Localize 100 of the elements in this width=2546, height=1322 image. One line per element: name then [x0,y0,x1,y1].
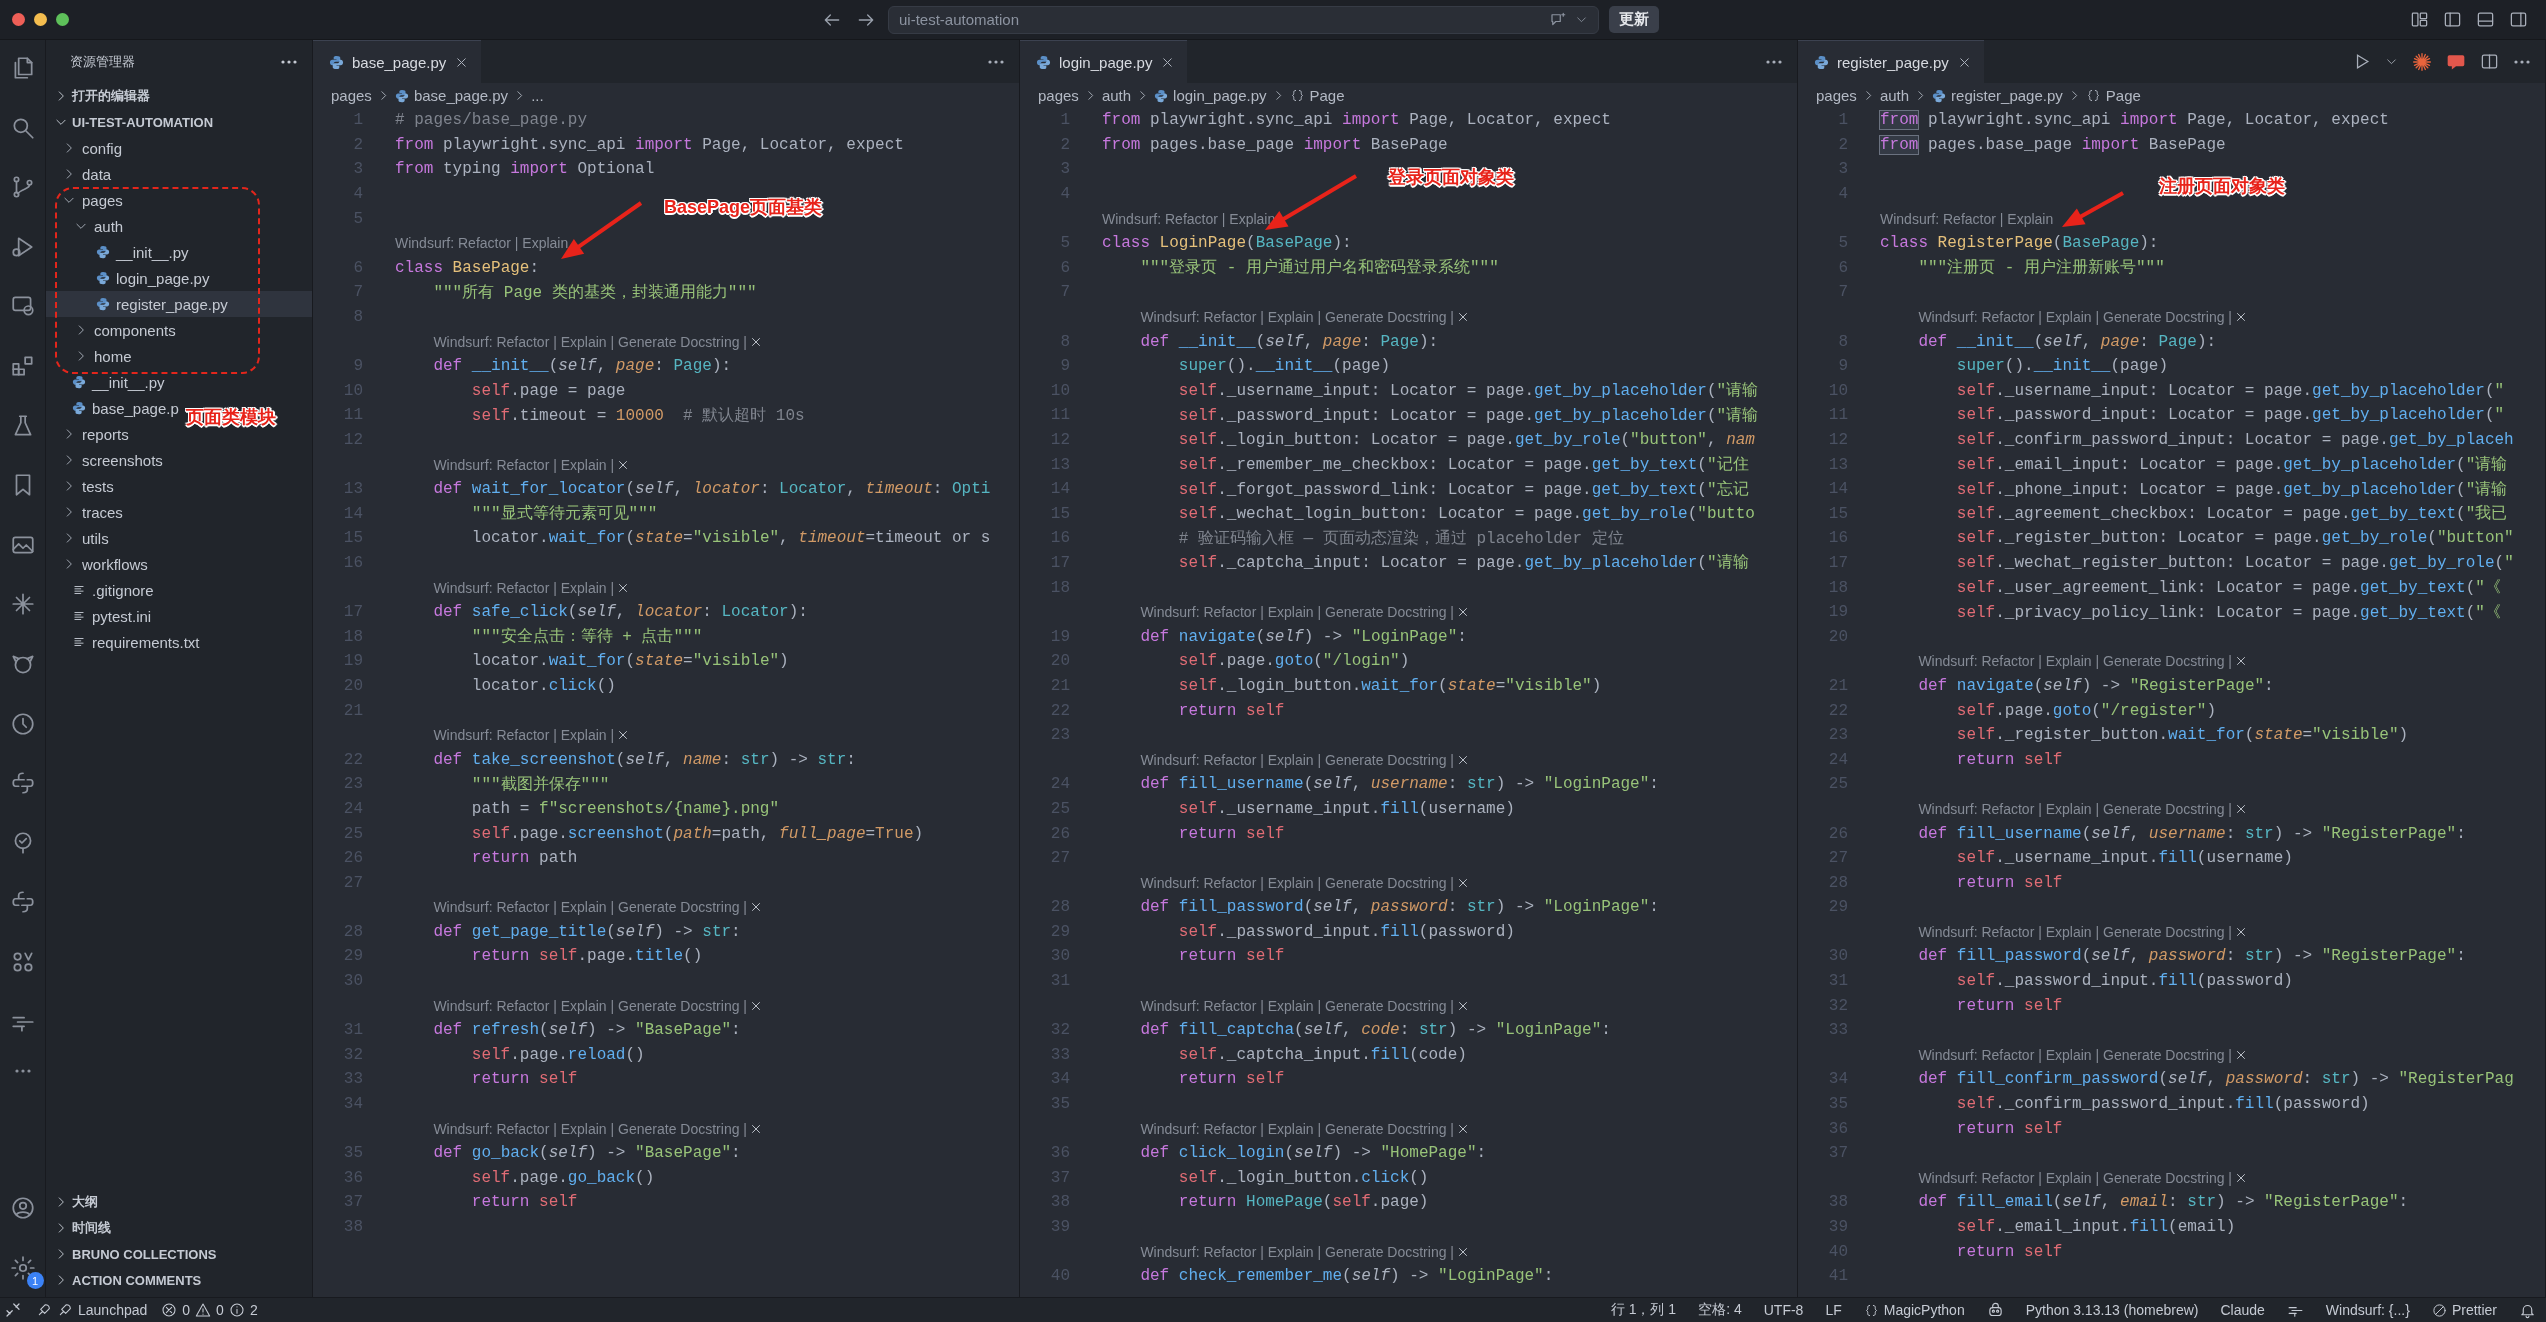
code-lens[interactable]: Windsurf: Refactor | Explain [1102,210,1276,227]
status-item[interactable]: Windsurf: {...} [2325,1302,2410,1318]
code-lens[interactable]: Windsurf: Refactor | Explain | Generate Docstring | [433,899,747,916]
tree-item[interactable]: components [46,317,184,343]
code-lens[interactable]: Windsurf: Refactor | Explain | Generate Docstring | [1140,874,1454,891]
breadcrumb[interactable]: pages [1816,87,1857,104]
breadcrumb[interactable]: auth [1879,87,1910,104]
code-lens[interactable]: Windsurf: Refactor | Explain | Generate Docstring | [1918,1046,2232,1063]
breadcrumb[interactable]: Page [1309,87,1345,104]
code-lens[interactable]: Windsurf: Refactor | Explain | Generate Docstring | [1140,997,1454,1014]
code-lens[interactable]: Windsurf: Refactor | Explain [1880,210,2054,227]
tree-item[interactable]: config [46,135,131,161]
editor-tab[interactable]: login_page.py [1020,40,1188,83]
starburst-icon[interactable] [2412,51,2432,72]
section-header[interactable]: ACTION COMMENTS [46,1267,312,1293]
tree-item[interactable]: base_page.p [46,395,187,421]
code-lens[interactable]: Windsurf: Refactor | Explain [395,235,569,252]
tree-item[interactable]: home [46,343,140,369]
tree-item[interactable]: utils [46,525,117,551]
code-line: self._username_input.fill(username) [1955,849,2293,868]
section-header[interactable]: 时间线 [46,1215,312,1241]
status-item[interactable]: Python 3.13.13 (homebrew) [2025,1302,2199,1318]
code-lens[interactable]: Windsurf: Refactor | Explain | [433,579,615,596]
code-line: self._wechat_register_button: Locator = page.get_by_role(" [1955,554,2514,572]
more-icon[interactable] [1765,58,1783,65]
code-lens[interactable]: Windsurf: Refactor | Explain | Generate Docstring | [1918,309,2232,326]
window-zoom-button[interactable] [56,13,69,26]
code-lens[interactable]: Windsurf: Refactor | Explain | Generate Docstring | [433,333,747,350]
status-item[interactable]: 行 1，列 1 [1610,1301,1677,1319]
code-lens[interactable]: Windsurf: Refactor | Explain | [433,456,615,473]
tree-item[interactable]: requirements.txt [46,629,208,655]
status-item[interactable]: 0 0 2 [161,1302,258,1318]
breadcrumb[interactable]: base_page.py [413,87,509,104]
section-header[interactable]: 大纲 [46,1189,312,1215]
update-button[interactable]: 更新 [1609,6,1659,33]
tree-item[interactable]: __init__.py [46,239,197,265]
editor-tab[interactable]: base_page.py [313,40,482,83]
status-item[interactable]: Launchpad [36,1302,148,1318]
status-item[interactable]: UTF-8 [1763,1302,1804,1318]
account-icon[interactable] [9,1195,36,1221]
breadcrumb[interactable]: auth [1101,87,1132,104]
search-field[interactable]: ui-test-automation [888,5,1599,34]
window-close-button[interactable] [12,13,25,26]
breadcrumb[interactable]: ... [531,87,544,104]
history-icon[interactable] [9,710,36,737]
split-editor-icon[interactable] [2480,52,2499,71]
window-minimize-button[interactable] [34,13,47,26]
status-item[interactable]: MagicPython [1863,1302,1965,1318]
tree-item[interactable]: traces [46,499,131,525]
panel-toggle-icon[interactable] [2476,10,2495,29]
robot-icon[interactable] [1986,1301,2004,1319]
breadcrumb[interactable]: pages [1038,87,1079,104]
layout-icon[interactable] [2410,10,2429,29]
breadcrumb[interactable]: pages [331,87,372,104]
sidebar-toggle-icon[interactable] [2443,10,2462,29]
code-lens[interactable]: Windsurf: Refactor | Explain | Generate Docstring | [1918,800,2232,817]
code-line: def fill_password(self, password: str) -> "LoginPage": [1139,898,1659,917]
code-lens[interactable]: Windsurf: Refactor | Explain | Generate Docstring | [433,997,747,1014]
code-lens[interactable]: Windsurf: Refactor | Explain | [433,727,615,744]
status-item[interactable]: Prettier [2431,1302,2497,1318]
section-header[interactable]: 打开的编辑器 [46,83,312,109]
tree-item[interactable]: pages [46,187,131,213]
tree-item[interactable]: screenshots [46,447,171,473]
tree-item[interactable]: data [46,161,120,187]
code-lens[interactable]: Windsurf: Refactor | Explain | Generate Docstring | [1140,1120,1454,1137]
tree-item[interactable]: register_page.py [46,291,312,317]
editor-tab[interactable]: register_page.py [1798,40,1984,83]
section-header[interactable]: UI-TEST-AUTOMATION [46,109,312,135]
code-lens[interactable]: Windsurf: Refactor | Explain | Generate Docstring | [1918,653,2232,670]
breadcrumb[interactable]: register_page.py [1951,87,2063,104]
code-lens[interactable]: Windsurf: Refactor | Explain | Generate Docstring | [1140,604,1454,621]
info-icon [228,1302,245,1318]
code-lens[interactable]: Windsurf: Refactor | Explain | Generate Docstring | [1140,1243,1454,1260]
code-lens[interactable]: Windsurf: Refactor | Explain | Generate Docstring | [433,1120,747,1137]
code-lens[interactable]: Windsurf: Refactor | Explain | Generate Docstring | [1918,1169,2232,1186]
code-lens[interactable]: Windsurf: Refactor | Explain | Generate Docstring | [1918,923,2232,940]
tree-item[interactable]: pytest.ini [46,603,160,629]
tree-item[interactable]: tests [46,473,122,499]
tree-item[interactable]: .gitignore [46,577,162,603]
section-header[interactable]: BRUNO COLLECTIONS [46,1241,312,1267]
status-item[interactable]: Claude [2220,1302,2265,1318]
breadcrumb[interactable]: login_page.py [1173,87,1267,104]
code-lens[interactable]: Windsurf: Refactor | Explain | Generate Docstring | [1140,751,1454,768]
tree-item[interactable]: reports [46,421,137,447]
more-icon[interactable] [13,1068,32,1075]
tree-item[interactable]: workflows [46,551,156,577]
tree-item[interactable]: login_page.py [46,265,218,291]
braces-icon [2085,88,2101,103]
code-lens[interactable]: Windsurf: Refactor | Explain | Generate Docstring | [1140,309,1454,326]
code-line: """注册页 - 用户注册新账号""" [1917,257,2165,279]
secondary-sidebar-icon[interactable] [2509,10,2528,29]
breadcrumb[interactable]: Page [2105,87,2141,104]
status-item[interactable]: LF [1825,1302,1842,1318]
more-icon[interactable] [987,58,1005,65]
remote-icon[interactable] [4,1301,22,1319]
more-icon[interactable] [280,58,298,65]
more-icon[interactable] [2513,58,2531,65]
tree-item[interactable]: auth [46,213,132,239]
status-item[interactable]: 空格: 4 [1698,1301,1742,1319]
tree-item[interactable]: __init__.py [46,369,173,395]
